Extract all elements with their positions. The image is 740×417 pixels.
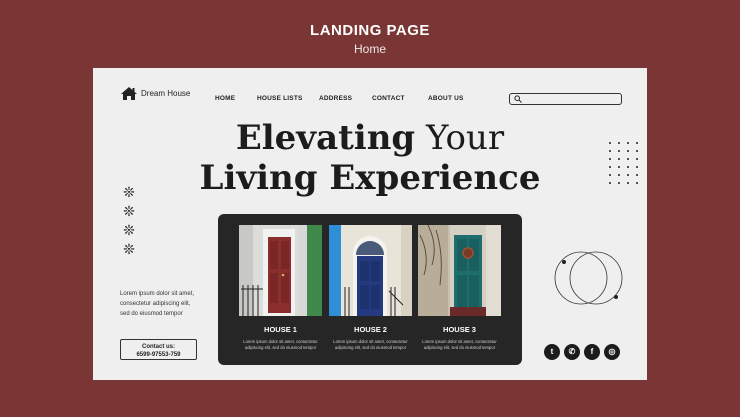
- facebook-icon[interactable]: f: [584, 344, 600, 360]
- nav-contact[interactable]: CONTACT: [372, 95, 405, 102]
- circles-decoration: [554, 251, 623, 305]
- brand-logo[interactable]: Dream House: [120, 86, 190, 101]
- nav-address[interactable]: ADDRESS: [319, 95, 352, 102]
- house-3-desc: Lorem ipsum dolor sit amet, consectetur …: [422, 339, 497, 350]
- landing-card: Dream House HOME HOUSE LISTS ADDRESS CON…: [93, 68, 647, 380]
- house-card[interactable]: HOUSE 2 Lorem ipsum dolor sit amet, cons…: [329, 225, 412, 351]
- flower-icon: ❊: [123, 222, 135, 238]
- twitter-icon[interactable]: t: [544, 344, 560, 360]
- house-2-name: HOUSE 2: [354, 325, 387, 334]
- brand-name: Dream House: [141, 89, 191, 98]
- house-icon: [121, 87, 137, 100]
- house-1-photo: [239, 225, 322, 316]
- contact-label: Contact us:: [142, 344, 175, 350]
- contact-box[interactable]: Contact us: 6599-97553-759: [120, 339, 197, 360]
- page-title: LANDING PAGE: [310, 22, 430, 39]
- hero-word-bold: Elevating: [235, 118, 416, 158]
- hero-headline-line1: Elevating Your: [93, 118, 647, 158]
- nav-about-us[interactable]: ABOUT US: [428, 95, 464, 102]
- house-2-desc: Lorem ipsum dolor sit amet, consectetur …: [333, 339, 408, 350]
- house-1-desc: Lorem ipsum dolor sit amet, consectetur …: [243, 339, 318, 350]
- instagram-icon[interactable]: ◎: [604, 344, 620, 360]
- social-links: t ✆ f ◎: [544, 344, 620, 360]
- house-3-photo: [418, 225, 501, 316]
- contact-phone: 6599-97553-759: [136, 352, 181, 358]
- nav-home[interactable]: HOME: [215, 95, 235, 102]
- house-1-name: HOUSE 1: [264, 325, 297, 334]
- hero-headline-line2: Living Experience: [199, 158, 541, 198]
- page-subtitle: Home: [353, 42, 386, 56]
- flower-decoration: ❊ ❊ ❊ ❊: [122, 185, 136, 261]
- flower-icon: ❊: [123, 241, 135, 257]
- flower-icon: ❊: [123, 203, 135, 219]
- house-panel: HOUSE 1 Lorem ipsum dolor sit amet, cons…: [218, 214, 522, 365]
- house-3-name: HOUSE 3: [443, 325, 476, 334]
- nav-house-lists[interactable]: HOUSE LISTS: [257, 95, 303, 102]
- flower-icon: ❊: [123, 184, 135, 200]
- search-input[interactable]: [509, 93, 622, 105]
- hero-word-light: Your: [426, 118, 505, 158]
- house-card[interactable]: HOUSE 1 Lorem ipsum dolor sit amet, cons…: [239, 225, 322, 351]
- dots-decoration: [609, 142, 638, 184]
- whatsapp-icon[interactable]: ✆: [564, 344, 580, 360]
- search-icon: [514, 95, 522, 103]
- house-card[interactable]: HOUSE 3 Lorem ipsum dolor sit amet, cons…: [418, 225, 501, 351]
- house-2-photo: [329, 225, 412, 316]
- side-description: Lorem ipsum dolor sit amet, consectetur …: [120, 291, 195, 317]
